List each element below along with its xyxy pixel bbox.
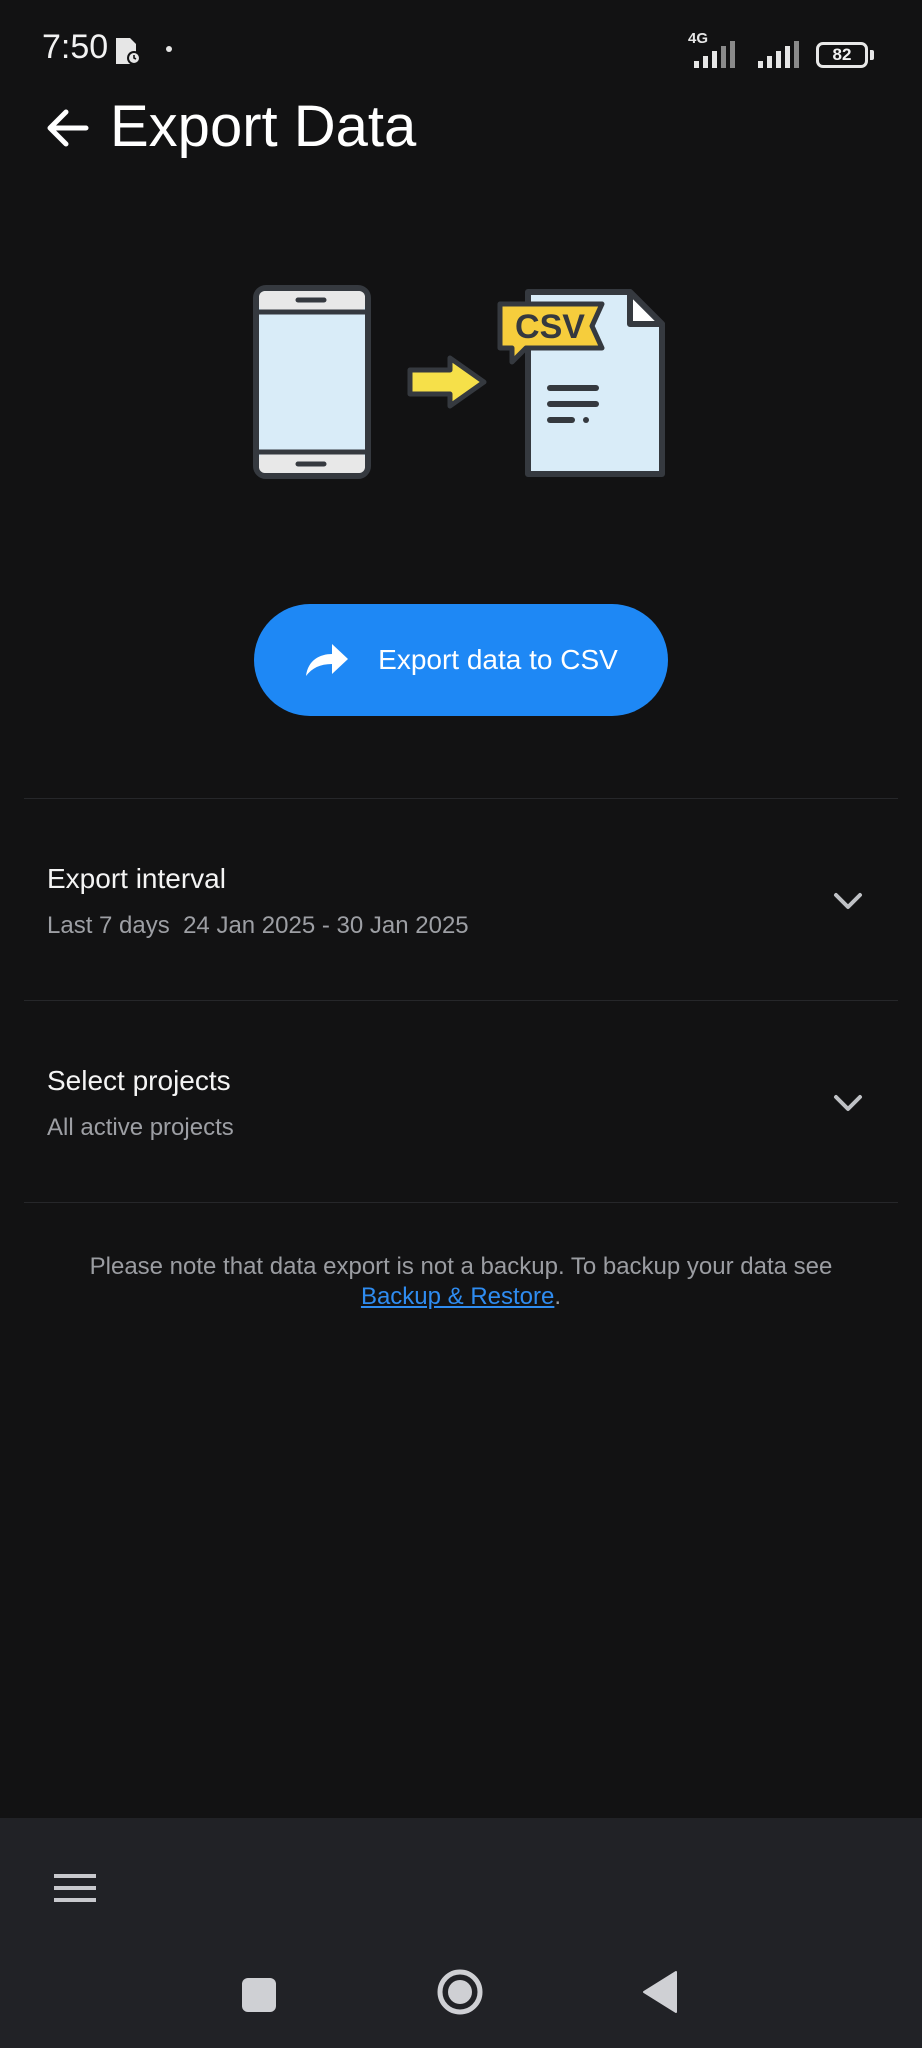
share-arrow-icon bbox=[306, 644, 349, 676]
csv-badge-text: CSV bbox=[515, 308, 585, 346]
export-button-label: Export data to CSV bbox=[378, 644, 618, 675]
status-bar: 7:50 4G 82 bbox=[0, 0, 922, 100]
battery-level: 82 bbox=[832, 45, 852, 64]
home-button[interactable] bbox=[436, 1968, 484, 2016]
arrow-right-icon bbox=[407, 355, 487, 409]
battery-icon: 82 bbox=[816, 42, 874, 68]
phone-icon bbox=[253, 285, 371, 479]
csv-document-icon: CSV bbox=[497, 289, 665, 477]
export-note: Please note that data export is not a ba… bbox=[60, 1252, 862, 1312]
bottom-bar bbox=[0, 1818, 922, 2048]
notification-app-icon bbox=[116, 38, 141, 65]
note-text: Please note that data export is not a ba… bbox=[89, 1253, 833, 1280]
backup-restore-link[interactable]: Backup & Restore bbox=[361, 1283, 554, 1310]
divider bbox=[24, 1202, 898, 1203]
back-arrow-icon[interactable] bbox=[40, 100, 96, 156]
export-data-screen: 7:50 4G 82 Export Data CSV Export data t… bbox=[0, 0, 922, 2048]
system-back-button[interactable] bbox=[642, 1970, 678, 2014]
chevron-down-icon[interactable] bbox=[830, 889, 866, 913]
status-dot bbox=[166, 46, 172, 52]
export-interval-value: Last 7 days 24 Jan 2025 - 30 Jan 2025 bbox=[47, 912, 469, 939]
status-right-icons: 82 bbox=[692, 32, 874, 68]
recent-apps-button[interactable] bbox=[242, 1978, 276, 2012]
hamburger-menu-icon[interactable] bbox=[46, 1862, 104, 1914]
chevron-down-icon[interactable] bbox=[830, 1091, 866, 1115]
note-suffix: . bbox=[554, 1283, 562, 1310]
select-projects-title: Select projects bbox=[47, 1065, 231, 1096]
export-illustration: CSV bbox=[253, 285, 665, 479]
export-csv-button[interactable]: Export data to CSV bbox=[254, 604, 668, 716]
signal-icon bbox=[694, 41, 735, 68]
page-title: Export Data bbox=[110, 94, 417, 159]
select-projects-value: All active projects bbox=[47, 1114, 234, 1141]
export-interval-row[interactable]: Export interval Last 7 days 24 Jan 2025 … bbox=[0, 799, 922, 999]
status-time: 7:50 bbox=[42, 28, 109, 66]
signal-icon-2 bbox=[758, 41, 799, 68]
export-interval-title: Export interval bbox=[47, 863, 226, 894]
select-projects-row[interactable]: Select projects All active projects bbox=[0, 1001, 922, 1201]
